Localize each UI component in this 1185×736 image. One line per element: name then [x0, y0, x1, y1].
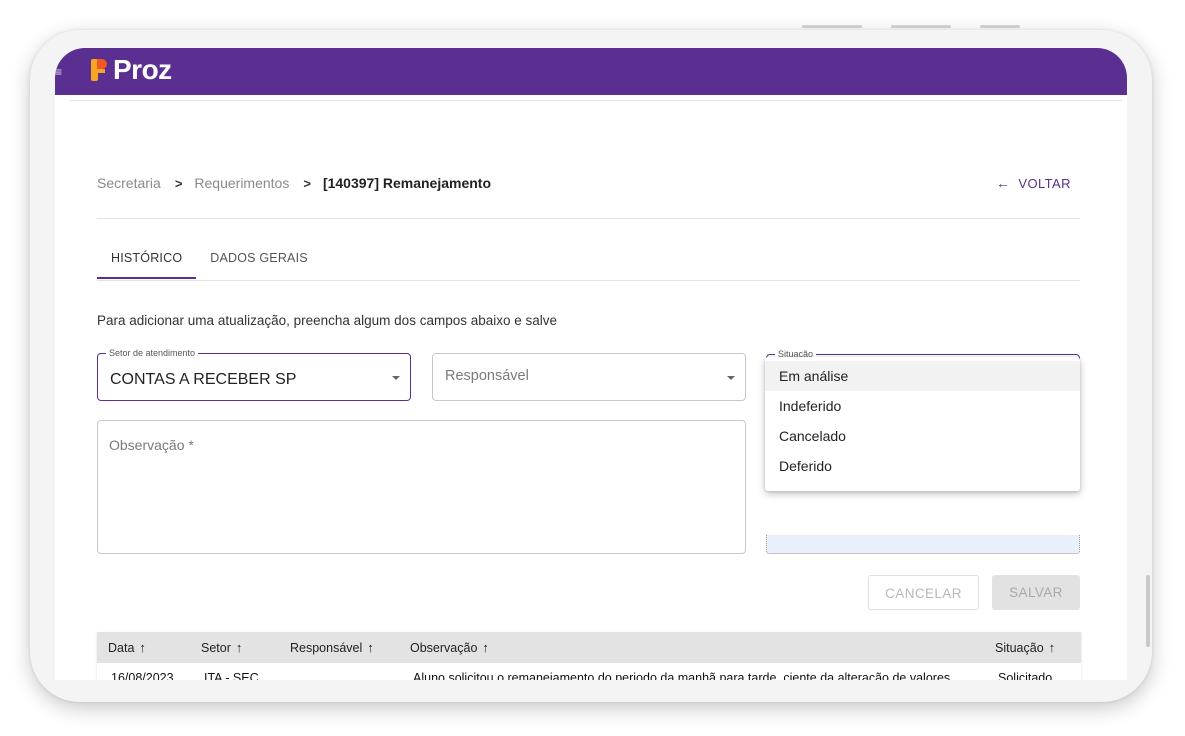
breadcrumb-current: [140397] Remanejamento [322, 175, 492, 191]
brand-logo[interactable]: Proz [91, 54, 172, 86]
table-header: Data ↑ Setor ↑ Responsável ↑ Observação ↑ Si… [97, 632, 1081, 663]
setor-select[interactable]: Setor de atendimento CONTAS A RECEBER SP [97, 348, 411, 401]
sort-arrow-icon: ↑ [235, 640, 243, 655]
sort-arrow-icon: ↑ [482, 640, 489, 655]
table-row[interactable]: 16/08/2023 ITA - SEC Aluno solicitou o r… [97, 663, 1081, 680]
sort-arrow-icon: ↑ [1048, 640, 1056, 655]
save-button[interactable]: SALVAR [992, 575, 1080, 610]
column-header-setor[interactable]: Setor ↑ [201, 632, 242, 663]
cell-data: 16/08/2023 [111, 670, 174, 681]
sort-arrow-icon: ↑ [367, 640, 374, 655]
arrow-left-icon: ← [996, 175, 1011, 191]
setor-label: Setor de atendimento [106, 348, 199, 358]
proz-logo-mark [91, 56, 109, 84]
option-em-analise[interactable]: Em análise [765, 361, 1080, 391]
cell-observacao: Aluno solicitou o remanejamento do perio… [413, 670, 954, 681]
option-deferido[interactable]: Deferido [765, 451, 1080, 481]
cell-setor: ITA - SEC [204, 670, 259, 681]
breadcrumb-separator: > [174, 175, 183, 191]
breadcrumb: Secretaria > Requerimentos > [140397] Re… [97, 175, 491, 191]
chevron-down-icon [727, 376, 735, 380]
situacao-dropdown-menu: Em análise Indeferido Cancelado Deferido [765, 357, 1080, 491]
setor-value: CONTAS A RECEBER SP [110, 371, 297, 388]
back-label: VOLTAR [1018, 175, 1071, 191]
column-header-responsavel[interactable]: Responsável ↑ [290, 632, 374, 663]
back-button[interactable]: ← VOLTAR [996, 175, 1071, 191]
responsavel-select[interactable]: Responsável [432, 353, 746, 401]
option-indeferido[interactable]: Indeferido [765, 391, 1080, 421]
cancel-button[interactable]: CANCELAR [868, 575, 979, 610]
responsavel-placeholder: Responsável [445, 368, 529, 384]
tab-historico[interactable]: HISTÓRICO [97, 251, 197, 279]
attachment-field[interactable] [766, 535, 1080, 554]
divider [97, 218, 1080, 219]
chevron-down-icon [392, 376, 400, 380]
observacao-placeholder: Observação * [109, 437, 194, 453]
option-cancelado[interactable]: Cancelado [765, 421, 1080, 451]
breadcrumb-separator: > [303, 175, 311, 191]
hamburger-icon[interactable]: ≡ [55, 66, 62, 78]
device-side-button [1146, 575, 1150, 647]
form-instructions: Para adicionar uma atualização, preencha… [97, 313, 558, 328]
app-bar: ≡ Proz [55, 48, 1127, 95]
status-bar-lines [0, 25, 1185, 29]
tab-dados-gerais[interactable]: DADOS GERAIS [196, 251, 322, 279]
cell-situacao: Solicitado [998, 670, 1053, 681]
observacao-textarea[interactable]: Observação * [97, 420, 746, 554]
tab-bar: HISTÓRICO DADOS GERAIS [97, 251, 322, 279]
column-header-situacao[interactable]: Situação ↑ [995, 632, 1055, 663]
breadcrumb-secretaria[interactable]: Secretaria [97, 175, 161, 191]
column-header-observacao[interactable]: Observação ↑ [410, 632, 489, 663]
column-header-data[interactable]: Data ↑ [108, 632, 146, 663]
divider [97, 280, 1080, 281]
history-table: Data ↑ Setor ↑ Responsável ↑ Observação ↑ Si… [97, 632, 1081, 680]
breadcrumb-requerimentos[interactable]: Requerimentos [194, 175, 289, 191]
sort-arrow-icon: ↑ [139, 640, 146, 655]
brand-name: Proz [113, 54, 172, 85]
divider [70, 100, 1122, 101]
